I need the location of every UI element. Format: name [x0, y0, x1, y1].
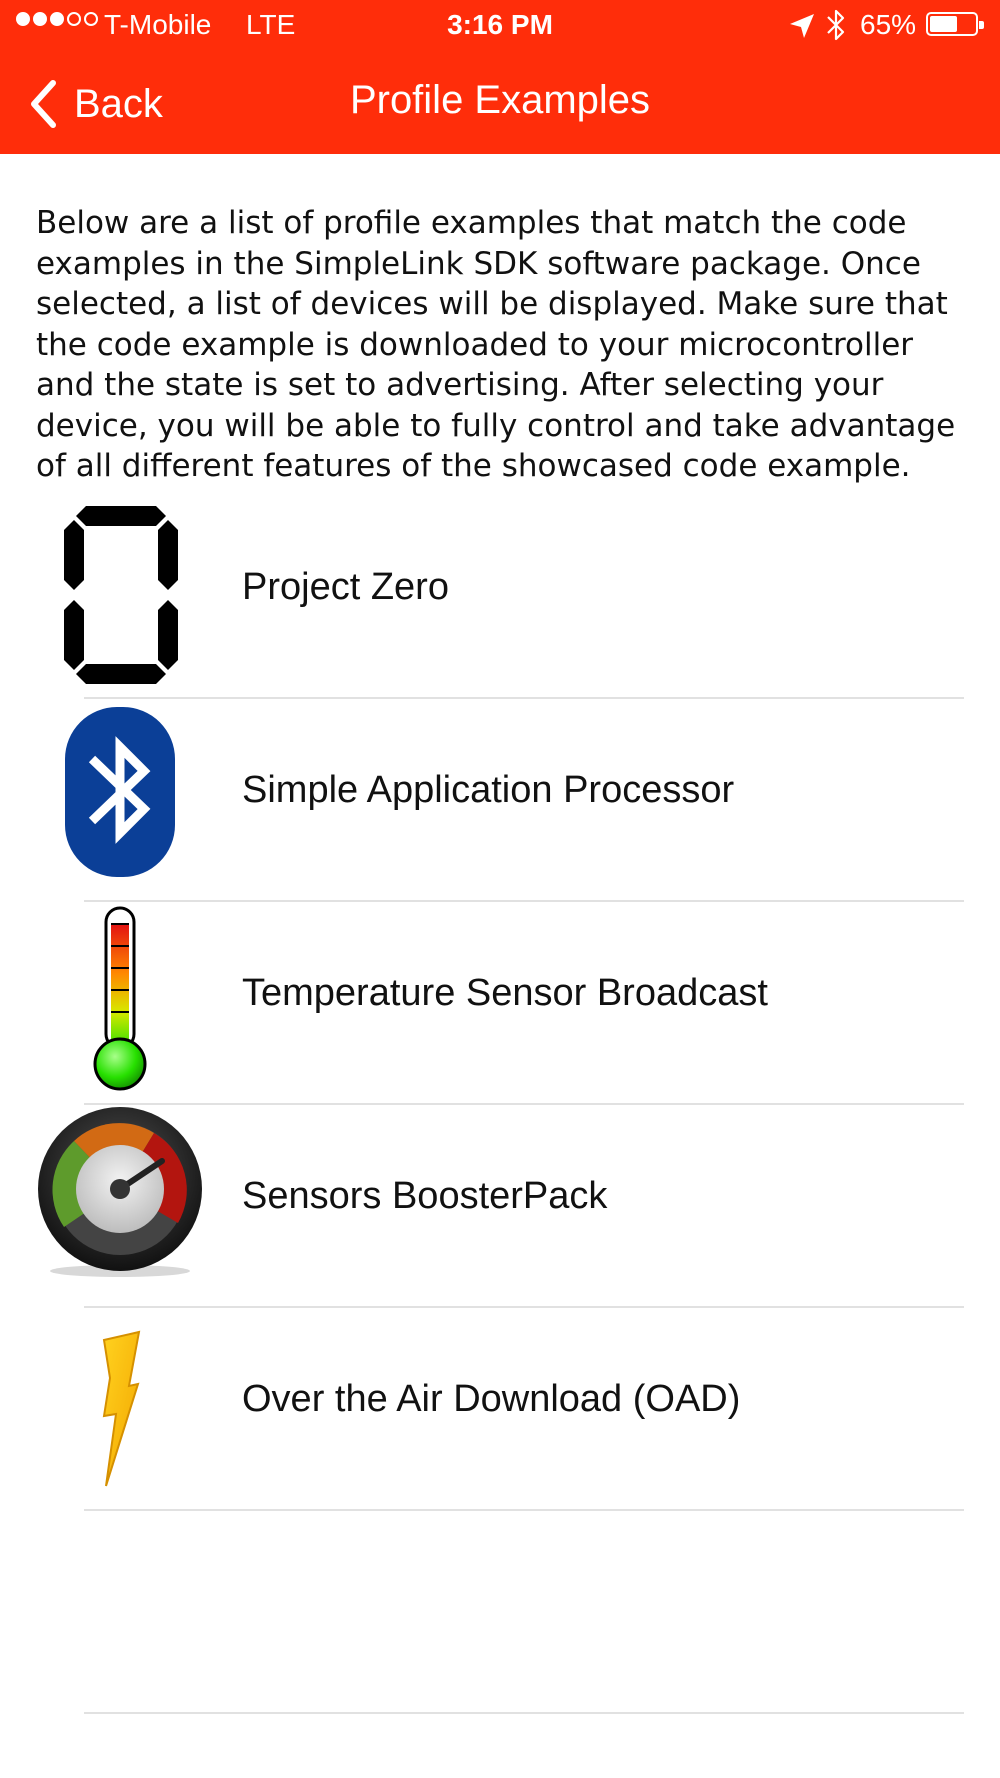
status-bar: T-Mobile LTE 3:16 PM 65% [0, 0, 1000, 50]
profile-item-label: Over the Air Download (OAD) [242, 1377, 741, 1420]
battery-icon [926, 12, 984, 36]
empty-list-row [0, 1511, 1000, 1714]
status-time: 3:16 PM [447, 9, 553, 40]
lightning-bolt-icon [102, 1330, 141, 1487]
battery-percent: 65% [860, 9, 917, 40]
page-title: Profile Examples [349, 78, 651, 122]
profile-item-project-zero[interactable]: Project Zero [0, 496, 1000, 699]
bluetooth-status-icon [827, 9, 845, 41]
bluetooth-icon [65, 707, 175, 877]
gauge-icon [38, 1107, 202, 1277]
seven-segment-zero-icon [64, 506, 178, 684]
profile-item-label: Project Zero [242, 565, 449, 608]
profile-list: Project Zero Simple Application Processo… [0, 496, 1000, 1714]
profile-item-temperature-sensor-broadcast[interactable]: Temperature Sensor Broadcast [0, 902, 1000, 1105]
top-bar: T-Mobile LTE 3:16 PM 65% Back Profile Ex… [0, 0, 1000, 154]
profile-item-label: Temperature Sensor Broadcast [242, 971, 768, 1014]
location-arrow-icon [790, 14, 814, 38]
profile-item-simple-application-processor[interactable]: Simple Application Processor [0, 699, 1000, 902]
thermometer-icon [93, 906, 147, 1091]
intro-description: Below are a list of profile examples tha… [36, 205, 956, 484]
row-divider [84, 1712, 964, 1714]
profile-item-sensors-boosterpack[interactable]: Sensors BoosterPack [0, 1105, 1000, 1308]
profile-item-label: Sensors BoosterPack [242, 1174, 608, 1217]
profile-item-label: Simple Application Processor [242, 768, 735, 811]
profile-item-over-the-air-download[interactable]: Over the Air Download (OAD) [0, 1308, 1000, 1511]
